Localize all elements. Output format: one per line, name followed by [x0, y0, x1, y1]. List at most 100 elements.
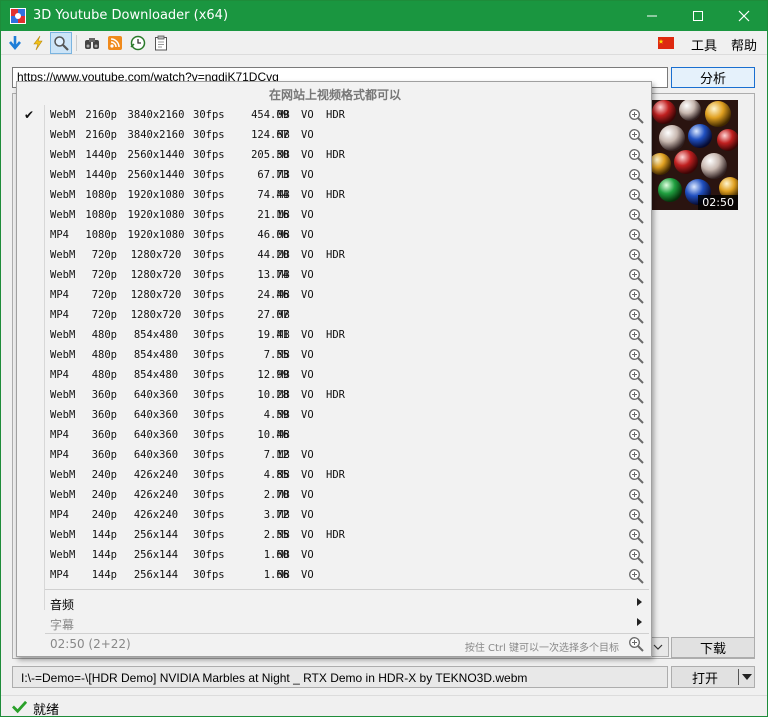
- format-video-only: VO: [301, 289, 314, 301]
- format-option[interactable]: MP4 240p 426x240 30fps 3.72 MB VO: [17, 506, 653, 526]
- format-option[interactable]: ✔ WebM 2160p 3840x2160 30fps 454.09 MB VO HDR: [17, 106, 653, 126]
- format-size-unit: MB: [277, 169, 290, 181]
- format-container: WebM: [50, 329, 76, 341]
- format-fps: 30fps: [193, 129, 225, 141]
- zoom-icon[interactable]: [628, 636, 644, 652]
- china-flag-icon[interactable]: [655, 32, 677, 54]
- format-option[interactable]: MP4 360p 640x360 30fps 10.46 MB: [17, 426, 653, 446]
- format-video-only: VO: [301, 489, 314, 501]
- format-option[interactable]: WebM 2160p 3840x2160 30fps 124.67 MB VO: [17, 126, 653, 146]
- format-option[interactable]: WebM 240p 426x240 30fps 4.85 MB VO HDR: [17, 466, 653, 486]
- clock-icon[interactable]: [127, 32, 149, 54]
- output-path-field[interactable]: I:\-=Demo=-\[HDR Demo] NVIDIA Marbles at…: [12, 666, 668, 688]
- zoom-icon[interactable]: [628, 568, 644, 584]
- format-option[interactable]: WebM 144p 256x144 30fps 1.60 MB VO: [17, 546, 653, 566]
- zoom-icon[interactable]: [628, 208, 644, 224]
- format-resolution: 144p: [91, 549, 117, 561]
- maximize-icon: [693, 11, 703, 21]
- format-option[interactable]: WebM 480p 854x480 30fps 7.55 MB VO: [17, 346, 653, 366]
- menu-help[interactable]: 帮助: [731, 35, 757, 54]
- format-size-unit: MB: [277, 269, 290, 281]
- format-container: WebM: [50, 349, 76, 361]
- app-logo-icon: [10, 8, 26, 24]
- binoculars-icon[interactable]: [81, 32, 103, 54]
- zoom-icon[interactable]: [628, 188, 644, 204]
- format-option[interactable]: WebM 480p 854x480 30fps 19.41 MB VO HDR: [17, 326, 653, 346]
- download-button[interactable]: 下载: [671, 637, 755, 658]
- clipboard-icon[interactable]: [150, 32, 172, 54]
- status-bar: 就绪: [1, 695, 767, 716]
- zoom-icon[interactable]: [628, 108, 644, 124]
- format-option[interactable]: WebM 720p 1280x720 30fps 44.20 MB VO HDR: [17, 246, 653, 266]
- menu-tools[interactable]: 工具: [691, 35, 717, 54]
- format-dimensions: 640x360: [133, 449, 179, 461]
- submenu-audio[interactable]: 音频: [17, 593, 653, 613]
- zoom-icon[interactable]: [628, 228, 644, 244]
- close-button[interactable]: [721, 1, 767, 31]
- analyze-button[interactable]: 分析: [671, 67, 755, 88]
- zoom-icon[interactable]: [628, 508, 644, 524]
- submenu-audio-label: 音频: [50, 598, 75, 612]
- format-option[interactable]: MP4 1080p 1920x1080 30fps 46.06 MB VO: [17, 226, 653, 246]
- format-option[interactable]: MP4 720p 1280x720 30fps 24.46 MB VO: [17, 286, 653, 306]
- format-option[interactable]: WebM 240p 426x240 30fps 2.70 MB VO: [17, 486, 653, 506]
- format-video-only: VO: [301, 169, 314, 181]
- rss-icon[interactable]: [104, 32, 126, 54]
- zoom-icon[interactable]: [628, 328, 644, 344]
- format-option[interactable]: MP4 480p 854x480 30fps 12.99 MB VO: [17, 366, 653, 386]
- zoom-icon[interactable]: [628, 288, 644, 304]
- format-option[interactable]: WebM 360p 640x360 30fps 10.28 MB VO HDR: [17, 386, 653, 406]
- format-resolution: 480p: [91, 329, 117, 341]
- format-size-unit: MB: [277, 489, 290, 501]
- zoom-icon[interactable]: [628, 248, 644, 264]
- format-resolution: 2160p: [85, 129, 117, 141]
- submenu-subtitles[interactable]: 字幕: [17, 613, 653, 633]
- lightning-icon[interactable]: [27, 32, 49, 54]
- format-option[interactable]: WebM 1080p 1920x1080 30fps 74.44 MB VO HDR: [17, 186, 653, 206]
- format-container: MP4: [50, 569, 69, 581]
- format-size-unit: MB: [277, 549, 290, 561]
- format-dimensions: 1920x1080: [127, 209, 185, 221]
- minimize-button[interactable]: [629, 1, 675, 31]
- format-hdr: HDR: [326, 389, 345, 401]
- zoom-icon[interactable]: [628, 488, 644, 504]
- maximize-button[interactable]: [675, 1, 721, 31]
- duration-count: 02:50 (2+22): [50, 637, 131, 651]
- format-fps: 30fps: [193, 349, 225, 361]
- video-thumbnail[interactable]: 02:50: [652, 100, 738, 210]
- download-icon[interactable]: [4, 32, 26, 54]
- zoom-icon[interactable]: [628, 448, 644, 464]
- open-dropdown-button[interactable]: [739, 667, 755, 687]
- format-container: WebM: [50, 269, 76, 281]
- format-dimensions: 640x360: [133, 429, 179, 441]
- search-icon[interactable]: [50, 32, 72, 54]
- format-dimensions: 2560x1440: [127, 169, 185, 181]
- format-option[interactable]: WebM 720p 1280x720 30fps 13.74 MB VO: [17, 266, 653, 286]
- format-option[interactable]: WebM 1440p 2560x1440 30fps 67.73 MB VO: [17, 166, 653, 186]
- zoom-icon[interactable]: [628, 408, 644, 424]
- format-dimensions: 1280x720: [130, 269, 182, 281]
- format-option[interactable]: MP4 720p 1280x720 30fps 27.07 MB: [17, 306, 653, 326]
- format-resolution: 1080p: [85, 229, 117, 241]
- format-fps: 30fps: [193, 169, 225, 181]
- format-option[interactable]: WebM 144p 256x144 30fps 2.55 MB VO HDR: [17, 526, 653, 546]
- zoom-icon[interactable]: [628, 528, 644, 544]
- format-option[interactable]: WebM 360p 640x360 30fps 4.59 MB VO: [17, 406, 653, 426]
- format-size-unit: MB: [277, 449, 290, 461]
- zoom-icon[interactable]: [628, 368, 644, 384]
- zoom-icon[interactable]: [628, 388, 644, 404]
- zoom-icon[interactable]: [628, 428, 644, 444]
- format-option[interactable]: MP4 360p 640x360 30fps 7.12 MB VO: [17, 446, 653, 466]
- zoom-icon[interactable]: [628, 308, 644, 324]
- zoom-icon[interactable]: [628, 348, 644, 364]
- zoom-icon[interactable]: [628, 548, 644, 564]
- zoom-icon[interactable]: [628, 268, 644, 284]
- zoom-icon[interactable]: [628, 128, 644, 144]
- format-option[interactable]: WebM 1080p 1920x1080 30fps 21.16 MB VO: [17, 206, 653, 226]
- zoom-icon[interactable]: [628, 148, 644, 164]
- format-option[interactable]: WebM 1440p 2560x1440 30fps 205.30 MB VO HDR: [17, 146, 653, 166]
- open-button[interactable]: 打开: [671, 666, 755, 688]
- format-option[interactable]: MP4 144p 256x144 30fps 1.66 MB VO: [17, 566, 653, 586]
- zoom-icon[interactable]: [628, 468, 644, 484]
- zoom-icon[interactable]: [628, 168, 644, 184]
